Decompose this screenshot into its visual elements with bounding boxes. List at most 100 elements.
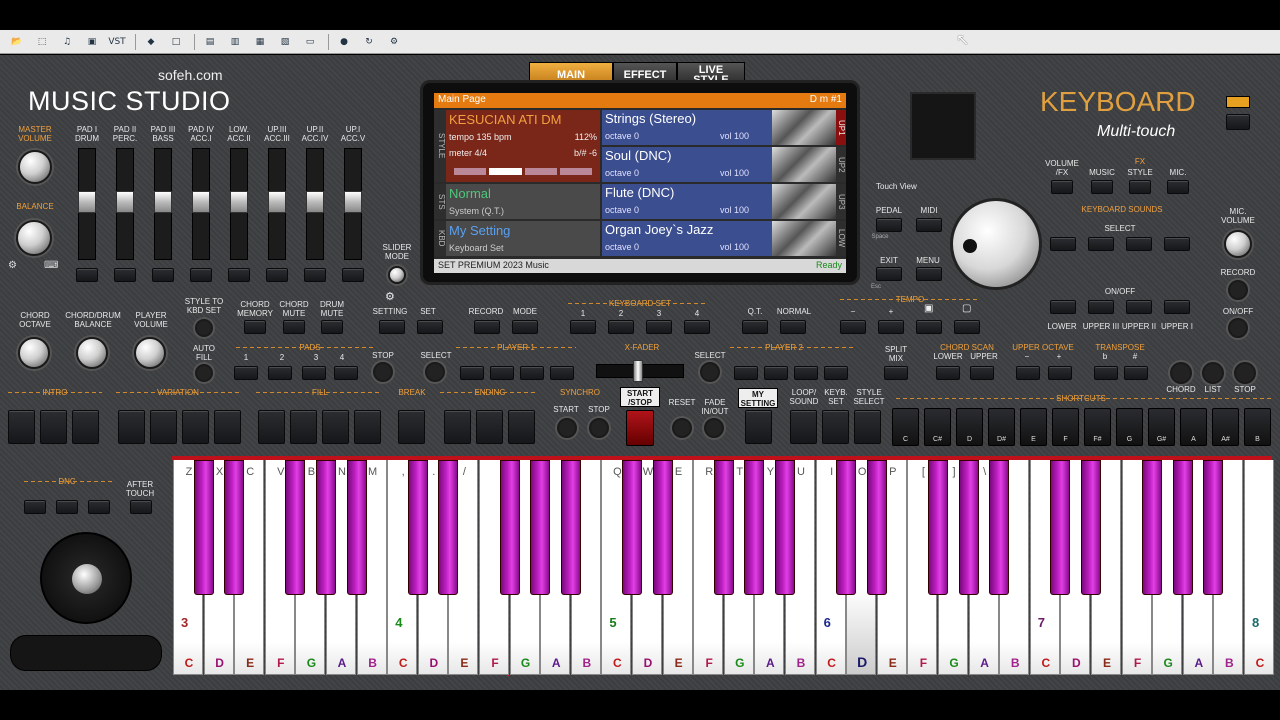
synchro-stop-knob[interactable] [589, 418, 609, 438]
black-key[interactable] [1081, 460, 1101, 595]
kbset-button-2[interactable] [608, 320, 634, 334]
player2-select-knob[interactable] [700, 362, 720, 382]
black-key[interactable] [775, 460, 795, 595]
black-key[interactable] [958, 460, 979, 595]
tempo-unlock-button[interactable] [954, 320, 980, 334]
channel-fader-7[interactable] [306, 148, 324, 260]
sound-select-3[interactable] [1126, 237, 1152, 251]
keyb-set-button[interactable] [822, 410, 849, 444]
open-icon[interactable]: 📂 [6, 33, 28, 51]
mic-onoff-knob[interactable] [1228, 318, 1248, 338]
synchro-start-knob[interactable] [557, 418, 577, 438]
dnc-button-3[interactable] [88, 500, 110, 514]
setting-button[interactable] [379, 320, 405, 334]
player1-ff[interactable] [490, 366, 514, 380]
channel-fader-8[interactable] [344, 148, 362, 260]
sound-onoff-4[interactable] [1164, 300, 1190, 314]
pad-button-2[interactable] [268, 366, 292, 380]
black-key[interactable] [652, 460, 673, 595]
pad-button-1[interactable] [234, 366, 258, 380]
intro-button-2[interactable] [40, 410, 67, 444]
shortcut-key[interactable]: G [1116, 408, 1143, 446]
black-key[interactable] [928, 460, 948, 595]
volume-fx-button[interactable] [1051, 180, 1073, 194]
tempo-minus-button[interactable] [840, 320, 866, 334]
layout3-icon[interactable]: ▦ [249, 33, 271, 51]
channel-mute-3[interactable] [152, 268, 174, 282]
black-key[interactable] [407, 460, 428, 595]
sound-slot-up3[interactable]: Flute (DNC) octave 0 vol 100 [602, 184, 836, 219]
settings-icon[interactable]: ⚙ [383, 33, 405, 51]
layout5-icon[interactable]: ▭ [299, 33, 321, 51]
channel-fader-3[interactable] [154, 148, 172, 260]
black-key[interactable] [989, 460, 1010, 595]
shortcut-key[interactable]: B [1244, 408, 1271, 446]
transpose-flat-button[interactable] [1094, 366, 1118, 380]
channel-mute-7[interactable] [304, 268, 326, 282]
player-select-knob[interactable] [425, 362, 445, 382]
tempo-plus-button[interactable] [878, 320, 904, 334]
black-key[interactable] [316, 460, 336, 595]
black-key[interactable] [866, 460, 887, 595]
player2-stop[interactable] [794, 366, 818, 380]
black-key[interactable] [438, 460, 459, 595]
set-button[interactable] [417, 320, 443, 334]
transpose-sharp-button[interactable] [1124, 366, 1148, 380]
ending-button-2[interactable] [476, 410, 503, 444]
fade-knob[interactable] [704, 418, 724, 438]
player2-rewind[interactable] [734, 366, 758, 380]
dnc-button-1[interactable] [24, 500, 46, 514]
midi-button[interactable] [916, 218, 942, 232]
shortcut-key[interactable]: D [956, 408, 983, 446]
drum-mute-button[interactable] [321, 320, 343, 334]
master-volume-knob[interactable] [18, 150, 52, 184]
player-volume-knob[interactable] [134, 337, 166, 369]
sound-onoff-2[interactable] [1088, 300, 1114, 314]
wav-icon[interactable]: ♫ [56, 33, 78, 51]
fill-button-4[interactable] [354, 410, 381, 444]
white-key[interactable]: C [1244, 460, 1274, 675]
joystick[interactable] [40, 532, 132, 624]
player2-play[interactable] [824, 366, 848, 380]
chord-scan-upper-button[interactable] [970, 366, 994, 380]
upper-octave-plus-button[interactable] [1048, 366, 1072, 380]
layout4-icon[interactable]: ▧ [274, 33, 296, 51]
intro-button-3[interactable] [72, 410, 99, 444]
pdf-icon[interactable]: ⬚ [31, 33, 53, 51]
variation-button-3[interactable] [182, 410, 209, 444]
black-key[interactable] [744, 460, 765, 595]
exit-button[interactable] [876, 267, 902, 281]
fill-button-3[interactable] [322, 410, 349, 444]
chord-scan-lower-button[interactable] [936, 366, 960, 380]
power-button[interactable] [1226, 96, 1250, 108]
chord-octave-knob[interactable] [18, 337, 50, 369]
pads-stop-knob[interactable] [373, 362, 393, 382]
shortcut-key[interactable]: A# [1212, 408, 1239, 446]
normal-button[interactable] [780, 320, 806, 334]
kbset-button-3[interactable] [646, 320, 672, 334]
black-key[interactable] [1050, 460, 1071, 595]
touch-view-label[interactable]: Touch View [876, 182, 938, 191]
stop-knob[interactable] [1234, 362, 1256, 384]
my-setting-button[interactable] [745, 410, 772, 444]
black-key[interactable] [622, 460, 642, 595]
shortcut-key[interactable]: D# [988, 408, 1015, 446]
channel-mute-5[interactable] [228, 268, 250, 282]
color-icon[interactable]: ◆ [140, 33, 162, 51]
menu-button[interactable] [916, 267, 942, 281]
player1-play[interactable] [550, 366, 574, 380]
vst-icon[interactable]: VST [106, 33, 128, 51]
channel-fader-2[interactable] [116, 148, 134, 260]
shortcut-key[interactable]: F# [1084, 408, 1111, 446]
reset-knob[interactable] [672, 418, 692, 438]
sound-select-1[interactable] [1050, 237, 1076, 251]
channel-mute-4[interactable] [190, 268, 212, 282]
black-key[interactable] [1142, 460, 1163, 595]
player1-rewind[interactable] [460, 366, 484, 380]
power-switch[interactable] [1226, 114, 1250, 130]
slider-mode-knob[interactable] [388, 266, 406, 284]
layout-icon[interactable]: ▤ [199, 33, 221, 51]
shortcut-key[interactable]: E [1020, 408, 1047, 446]
chord-knob[interactable] [1170, 362, 1192, 384]
shortcut-key[interactable]: C# [924, 408, 951, 446]
